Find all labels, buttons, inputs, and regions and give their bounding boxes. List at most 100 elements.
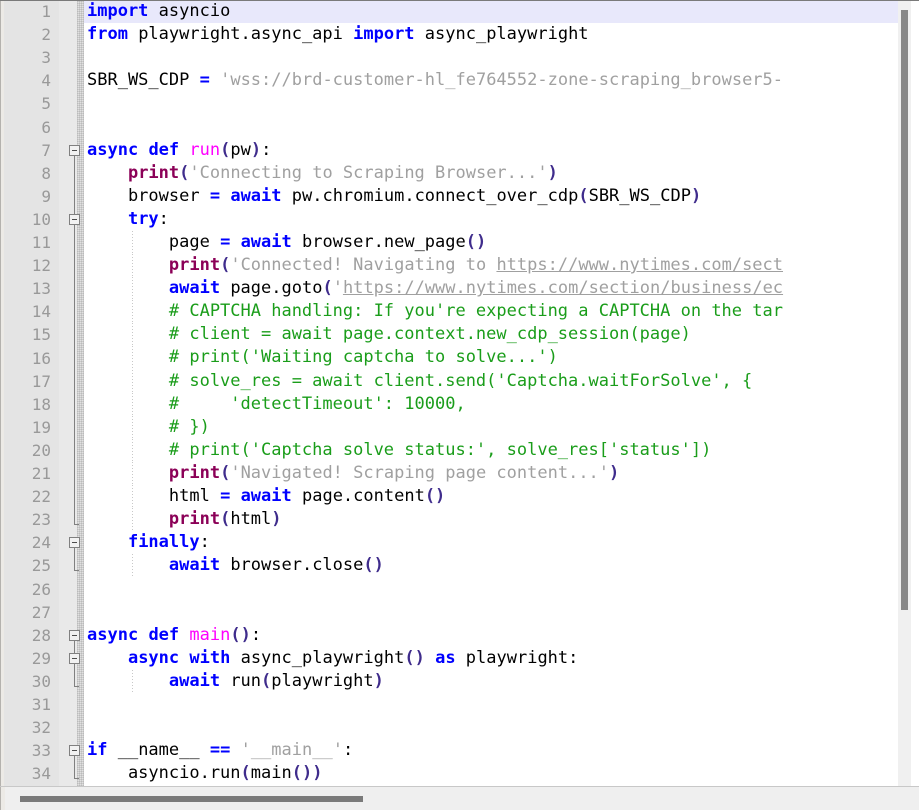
line-number: 7: [41, 140, 51, 160]
code-token: playwright:: [455, 647, 579, 668]
fold-collapse-icon[interactable]: [69, 537, 80, 549]
fold-collapse-icon[interactable]: [69, 144, 80, 156]
code-line[interactable]: # client = await page.context.new_cdp_se…: [84, 323, 898, 347]
code-line[interactable]: import asyncio: [84, 0, 898, 24]
code-line[interactable]: async def main():: [84, 624, 898, 647]
code-token: html: [87, 485, 221, 506]
code-token: (: [578, 185, 589, 206]
code-token: (: [220, 255, 231, 276]
fold-collapse-icon[interactable]: [69, 652, 80, 664]
code-token: # client = await page.context.new_cdp_se…: [87, 324, 691, 345]
vertical-scrollbar-thumb[interactable]: [901, 10, 908, 610]
code-line[interactable]: asyncio.run(main()): [84, 762, 898, 785]
code-line[interactable]: await run(playwright): [84, 669, 898, 693]
code-line[interactable]: await page.goto('https://www.nytimes.com…: [84, 277, 898, 301]
code-line[interactable]: # print('Captcha solve status:', solve_r…: [84, 438, 898, 462]
code-line[interactable]: await browser.close(): [84, 554, 898, 578]
horizontal-scrollbar-area[interactable]: [0, 786, 919, 810]
code-folding-gutter[interactable]: [59, 0, 84, 786]
code-line[interactable]: [84, 46, 898, 69]
fold-connector-line: [74, 663, 75, 686]
code-token: print: [168, 509, 221, 530]
code-line[interactable]: [84, 92, 898, 115]
line-number: 6: [41, 117, 51, 137]
code-line[interactable]: print('Navigated! Scraping page content.…: [84, 461, 898, 485]
code-token: =: [220, 485, 231, 506]
code-line[interactable]: print(html): [84, 508, 898, 532]
line-number: 22: [31, 487, 51, 507]
code-token: ): [690, 185, 702, 206]
code-line[interactable]: [84, 577, 898, 600]
indent-guide: [132, 277, 133, 301]
code-token: (: [240, 763, 251, 784]
code-token: main: [250, 763, 292, 784]
code-token: as: [435, 647, 456, 668]
code-token: (: [220, 462, 231, 483]
indent-guide: [132, 392, 133, 416]
code-line[interactable]: # solve_res = await client.send('Captcha…: [84, 369, 898, 393]
indent-guide: [132, 300, 133, 324]
line-number: 28: [31, 625, 51, 645]
line-number: 34: [31, 764, 51, 784]
line-number: 5: [41, 94, 51, 114]
horizontal-scrollbar-track[interactable]: [8, 793, 908, 804]
fold-collapse-icon[interactable]: [69, 213, 80, 225]
indent-guide: [132, 346, 133, 370]
fold-region-end: [74, 778, 79, 780]
code-text-area[interactable]: import asyncio from playwright.async_api …: [84, 0, 898, 786]
code-token: (): [230, 624, 251, 645]
code-token: playwright.async_api: [127, 24, 354, 45]
code-token: asyncio.run: [87, 763, 241, 784]
code-line[interactable]: try:: [84, 208, 898, 231]
code-token: (: [322, 278, 333, 299]
line-number-gutter[interactable]: 1 2 3 4 5 6 7 8 9 10 11 12 13 14 15 16 17 18 19 20 21 22 23 24 2…: [4, 0, 59, 786]
line-number: 17: [31, 371, 51, 391]
horizontal-scrollbar-thumb[interactable]: [20, 796, 363, 802]
line-number: 14: [31, 302, 51, 322]
code-line[interactable]: [84, 693, 898, 716]
code-line[interactable]: [84, 716, 898, 739]
indent-guide: [132, 323, 133, 347]
code-line[interactable]: page = await browser.new_page(): [84, 230, 898, 255]
fold-collapse-icon[interactable]: [69, 629, 80, 641]
code-line[interactable]: [84, 600, 898, 623]
code-token: await: [168, 278, 221, 299]
code-line[interactable]: # 'detectTimeout': 10000,: [84, 392, 898, 416]
code-token: run: [189, 139, 221, 160]
code-token: finally: [127, 532, 200, 553]
line-number: 9: [41, 186, 51, 206]
code-line[interactable]: print('Connected! Navigating to https://…: [84, 254, 898, 278]
line-number: 13: [31, 279, 51, 299]
code-line[interactable]: [84, 115, 898, 138]
code-line[interactable]: if __name__ == '__main__':: [84, 739, 898, 762]
line-number: 8: [41, 163, 51, 183]
code-line[interactable]: # }): [84, 415, 898, 439]
code-token: try: [127, 208, 159, 229]
code-token: (: [220, 509, 231, 530]
code-line[interactable]: from playwright.async_api import async_p…: [84, 23, 898, 46]
code-token: pw.chromium.connect_over_cdp: [281, 185, 579, 206]
code-token: print: [127, 162, 180, 183]
code-line[interactable]: # print('Waiting captcha to solve...'): [84, 346, 898, 370]
code-line[interactable]: async with async_playwright() as playwri…: [84, 647, 898, 670]
fold-collapse-icon[interactable]: [69, 745, 80, 757]
code-token: playwright: [271, 670, 374, 691]
code-token: (): [404, 647, 425, 668]
line-number: 21: [31, 464, 51, 483]
code-line[interactable]: async def run(pw):: [84, 139, 898, 162]
code-line[interactable]: # CAPTCHA handling: If you're expecting …: [84, 300, 898, 324]
code-token: https://www.nytimes.com/section/business…: [342, 278, 784, 299]
code-token: =: [220, 231, 231, 252]
code-token: from: [87, 24, 128, 45]
code-line[interactable]: print('Connecting to Scraping Browser...…: [84, 162, 898, 185]
code-line[interactable]: finally:: [84, 531, 898, 554]
code-line[interactable]: SBR_WS_CDP = 'wss://brd-customer-hl_fe76…: [84, 69, 898, 92]
code-line[interactable]: browser = await pw.chromium.connect_over…: [84, 185, 898, 208]
code-line[interactable]: html = await page.content(): [84, 484, 898, 509]
vertical-scrollbar-track[interactable]: [898, 0, 911, 786]
